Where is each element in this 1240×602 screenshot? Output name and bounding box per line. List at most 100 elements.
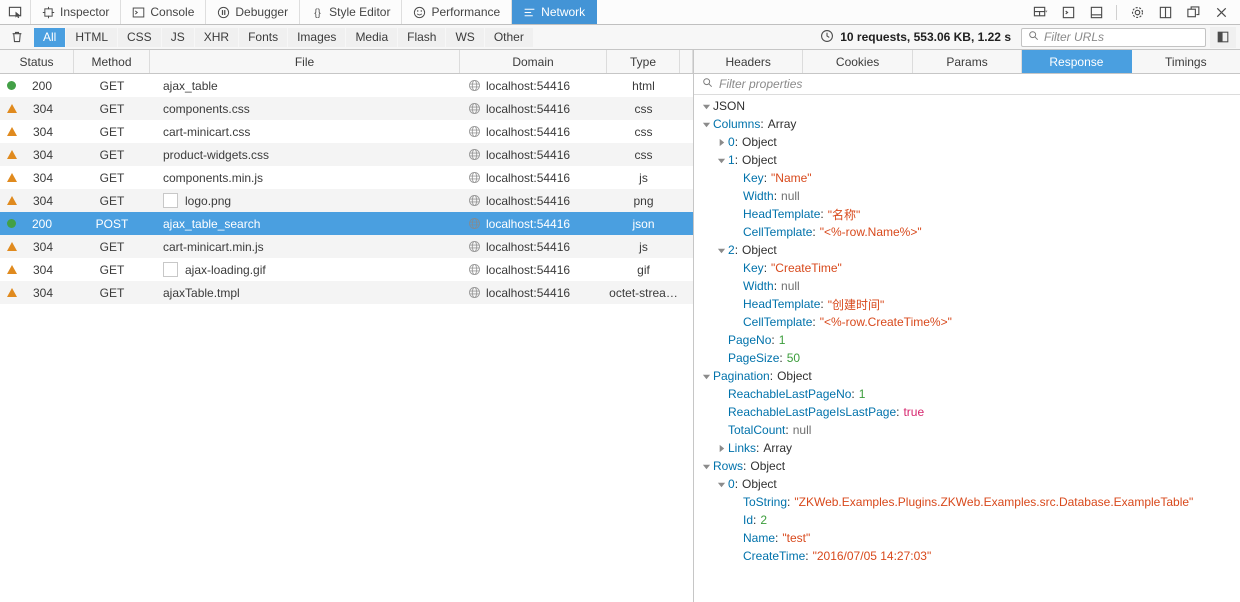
column-header-type[interactable]: Type <box>607 50 680 73</box>
cell-method: GET <box>99 78 125 93</box>
column-header-domain[interactable]: Domain <box>460 50 607 73</box>
trash-icon[interactable] <box>4 27 30 48</box>
svg-text:{}: {} <box>314 7 321 18</box>
filter-images[interactable]: Images <box>288 27 346 47</box>
tab-inspector[interactable]: Inspector <box>31 0 122 24</box>
json-colon: : <box>820 297 824 311</box>
tab-style-editor[interactable]: {} Style Editor <box>300 0 403 24</box>
cell-file: cart-minicart.css <box>163 124 251 139</box>
cell-domain: localhost:54416 <box>460 79 607 93</box>
cell-file: components.css <box>163 101 250 116</box>
tab-headers[interactable]: Headers <box>694 50 804 73</box>
table-row[interactable]: 304 GET logo.png localhost:54416 png <box>0 189 693 212</box>
twisty-collapsed-icon[interactable] <box>715 138 728 147</box>
json-value: null <box>781 279 800 293</box>
json-key: PageSize <box>728 351 780 365</box>
twisty-expanded-icon[interactable] <box>715 156 728 165</box>
json-colon: : <box>763 261 768 275</box>
cell-method: POST <box>95 216 129 231</box>
twisty-expanded-icon[interactable] <box>715 480 728 489</box>
json-node[interactable]: JSON <box>694 97 1240 115</box>
cell-status: 200 <box>0 79 74 93</box>
clock-icon <box>820 29 834 46</box>
detach-window-icon[interactable] <box>1180 0 1206 25</box>
twisty-collapsed-icon[interactable] <box>715 444 728 453</box>
search-icon <box>702 77 713 91</box>
json-value: "创建时间" <box>827 297 885 312</box>
table-row[interactable]: 200 POST ajax_table_search localhost:54416 j… <box>0 212 693 235</box>
column-header-transferred[interactable] <box>680 50 693 73</box>
tab-network[interactable]: Network <box>512 0 598 24</box>
json-property: Width: null <box>694 187 1240 205</box>
json-property: CreateTime: "2016/07/05 14:27:03" <box>694 547 1240 565</box>
column-header-file[interactable]: File <box>150 50 460 73</box>
json-node[interactable]: Columns: Array <box>694 115 1240 133</box>
tab-params[interactable]: Params <box>913 50 1023 73</box>
split-console-icon[interactable] <box>1055 0 1081 25</box>
filter-xhr[interactable]: XHR <box>194 27 239 47</box>
filter-flash[interactable]: Flash <box>398 27 446 47</box>
json-value: "<%-row.CreateTime%>" <box>819 315 952 329</box>
json-node[interactable]: Rows: Object <box>694 457 1240 475</box>
cell-status: 200 <box>0 217 74 231</box>
json-key: HeadTemplate <box>743 207 821 221</box>
filter-js[interactable]: JS <box>161 27 194 47</box>
json-node[interactable]: 1: Object <box>694 151 1240 169</box>
json-colon: : <box>756 441 760 455</box>
search-input[interactable]: Filter URLs <box>1021 27 1206 47</box>
filter-html[interactable]: HTML <box>66 27 118 47</box>
table-row[interactable]: 304 GET ajax-loading.gif localhost:54416 gif <box>0 258 693 281</box>
dock-side-icon[interactable] <box>1152 0 1178 25</box>
element-picker-icon[interactable] <box>0 0 31 24</box>
tab-timings[interactable]: Timings <box>1132 50 1240 73</box>
filter-other[interactable]: Other <box>484 27 533 47</box>
cell-file: logo.png <box>150 193 460 208</box>
json-node[interactable]: 0: Object <box>694 475 1240 493</box>
table-row[interactable]: 304 GET product-widgets.css localhost:54416… <box>0 143 693 166</box>
tab-debugger[interactable]: Debugger <box>206 0 301 24</box>
cell-domain: localhost:54416 <box>460 148 607 162</box>
json-node[interactable]: Pagination: Object <box>694 367 1240 385</box>
close-icon[interactable] <box>1208 0 1234 25</box>
tab-response[interactable]: Response <box>1022 50 1132 73</box>
status-code: 304 <box>32 285 53 300</box>
json-key: Key <box>743 171 764 185</box>
property-filter-input[interactable]: Filter properties <box>694 74 1240 95</box>
twisty-expanded-icon[interactable] <box>700 372 713 381</box>
search-input-placeholder: Filter URLs <box>1044 30 1105 44</box>
responsive-design-mode-icon[interactable] <box>1027 0 1053 25</box>
tab-performance[interactable]: Performance <box>402 0 513 24</box>
table-row[interactable]: 304 GET cart-minicart.min.js localhost:5441… <box>0 235 693 258</box>
tab-console[interactable]: Console <box>121 0 207 24</box>
json-node[interactable]: 2: Object <box>694 241 1240 259</box>
tab-cookies[interactable]: Cookies <box>803 50 913 73</box>
table-row[interactable]: 304 GET components.css localhost:54416 css <box>0 97 693 120</box>
json-node[interactable]: Links: Array <box>694 439 1240 457</box>
status-code: 304 <box>32 147 53 162</box>
filter-css[interactable]: CSS <box>118 27 161 47</box>
json-colon: : <box>779 351 783 365</box>
json-property: ReachableLastPageNo:1 <box>694 385 1240 403</box>
table-row[interactable]: 304 GET ajaxTable.tmpl localhost:54416 octet… <box>0 281 693 304</box>
column-header-status[interactable]: Status <box>0 50 74 73</box>
toolbox-controls <box>1027 0 1240 24</box>
filter-media[interactable]: Media <box>346 27 398 47</box>
filter-all[interactable]: All <box>34 27 66 47</box>
toggle-details-pane-icon[interactable] <box>1210 26 1236 48</box>
filter-ws[interactable]: WS <box>446 27 484 47</box>
settings-gear-icon[interactable] <box>1124 0 1150 25</box>
json-key: ReachableLastPageIsLastPage <box>728 405 897 419</box>
filter-fonts[interactable]: Fonts <box>239 27 288 47</box>
cell-type: css <box>634 124 653 139</box>
dock-bottom-icon[interactable] <box>1083 0 1109 25</box>
table-row[interactable]: 304 GET components.min.js localhost:54416 js <box>0 166 693 189</box>
column-header-method[interactable]: Method <box>74 50 150 73</box>
twisty-expanded-icon[interactable] <box>715 246 728 255</box>
table-row[interactable]: 304 GET cart-minicart.css localhost:54416 cs… <box>0 120 693 143</box>
twisty-expanded-icon[interactable] <box>700 120 713 129</box>
twisty-expanded-icon[interactable] <box>700 462 713 471</box>
json-property: PageNo:1 <box>694 331 1240 349</box>
table-row[interactable]: 200 GET ajax_table localhost:54416 html <box>0 74 693 97</box>
twisty-expanded-icon[interactable] <box>700 102 713 111</box>
json-node[interactable]: 0: Object <box>694 133 1240 151</box>
